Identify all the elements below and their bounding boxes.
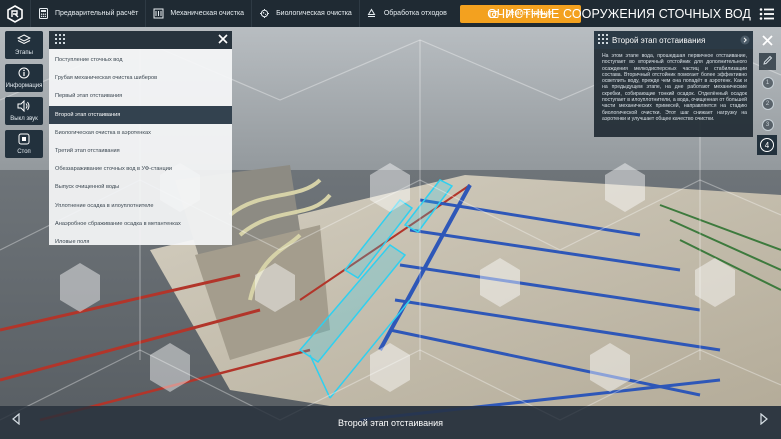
step-label: 4 [764,140,770,150]
stop-button[interactable]: Стоп [5,130,43,158]
app-logo[interactable] [4,3,26,25]
stop-button-label: Стоп [17,149,31,155]
stage-item[interactable]: Грубая механическая очистка шиберов [49,69,232,87]
previous-stage-button[interactable] [8,412,24,430]
nav-tab-label: Предварительный расчёт [55,10,139,17]
step-label: 2 [765,100,770,107]
info-icon [18,67,30,81]
step-button-4-active[interactable]: 4 [757,135,777,155]
nav-tab-waste-processing[interactable]: Обработка отходов [358,0,454,27]
stage-item-label: Выпуск очищенной воды [55,184,120,191]
speaker-icon [17,99,31,114]
calculator-icon [37,8,49,20]
stage-item-label: Иловые поля [55,238,90,245]
mute-button[interactable]: Выкл звук [5,97,43,125]
info-button[interactable]: Информация [5,64,43,92]
nav-tab-preliminary-calculation[interactable]: Предварительный расчёт [30,0,145,27]
nav-tab-label: Биологическая очистка [276,10,352,17]
description-panel: Второй этап отстаивания На этом этапе во… [594,31,753,137]
stage-item[interactable]: Обеззараживание сточных вод в УФ-станции [49,160,232,178]
stage-item-label: Анаэробное сбраживание осадка в метантен… [55,220,181,227]
stage-item-label: Первый этап отстаивания [55,93,123,100]
triangle-left-icon [11,412,21,430]
stages-button-label: Этапы [15,50,33,56]
logo-icon [7,4,23,23]
nav-tab-label: Обработка отходов [383,10,447,17]
filter-icon [152,8,164,20]
grid-icon [598,34,608,46]
stages-button[interactable]: Этапы [5,31,43,59]
description-title: Второй этап отстаивания [612,35,706,45]
stages-panel: Поступление сточных вод Грубая механичес… [49,31,232,245]
close-icon[interactable] [218,31,228,49]
pencil-icon [762,53,773,71]
step-button-3[interactable]: 3 [759,116,776,133]
stage-item-label: Уплотнение осадка в илоуплотнителе [55,202,154,209]
title-area: ОЧИСТНЫЕ СООРУЖЕНИЯ СТОЧНЫХ ВОД [487,0,775,27]
grid-icon [55,31,65,49]
info-button-label: Информация [5,83,43,89]
stage-item-active[interactable]: Второй этап отстаивания [49,105,232,124]
step-label: 3 [765,121,770,128]
stage-item-label: Биологическая очистка в аэротенках [55,129,151,136]
stage-item[interactable]: Первый этап отстаивания [49,87,232,105]
step-label: 1 [765,79,770,86]
stage-item[interactable]: Иловые поля [49,233,232,251]
stage-list: Поступление сточных вод Грубая механичес… [49,49,232,251]
close-icon [762,33,773,51]
chevron-right-icon[interactable] [740,35,750,47]
nav-tab-label: Механическая очистка [170,10,245,17]
stage-item[interactable]: Анаэробное сбраживание осадка в метантен… [49,215,232,233]
nav-tab-biological-cleaning[interactable]: Биологическая очистка [251,0,359,27]
stage-item-label: Поступление сточных вод [55,57,123,64]
menu-icon[interactable] [759,7,775,21]
stage-item-label: Грубая механическая очистка шиберов [55,75,158,82]
mute-button-label: Выкл звук [10,116,38,122]
close-description-button[interactable] [759,33,776,50]
top-navigation-bar: Предварительный расчёт Механическая очис… [0,0,781,27]
stop-icon [18,133,30,147]
stage-item-label: Обеззараживание сточных вод в УФ-станции [55,166,172,173]
stage-item[interactable]: Выпуск очищенной воды [49,178,232,196]
triangle-right-icon [759,412,769,430]
app-title: ОЧИСТНЫЕ СООРУЖЕНИЯ СТОЧНЫХ ВОД [487,6,751,21]
microbe-icon [258,8,270,20]
next-stage-button[interactable] [756,412,772,430]
current-stage-caption: Второй этап отстаивания [337,417,443,428]
description-text: На этом этапе вода, прошедшая первичное … [602,53,747,122]
recycle-icon [366,8,378,20]
stage-item-label: Второй этап отстаивания [55,111,121,118]
stage-item[interactable]: Уплотнение осадка в илоуплотнителе [49,197,232,215]
bottom-caption-bar: Второй этап отстаивания [0,406,781,439]
layers-icon [16,34,32,48]
step-button-1[interactable]: 1 [759,74,776,91]
step-button-2[interactable]: 2 [759,95,776,112]
edit-button[interactable] [759,53,776,70]
stage-item-label: Третий этап отстаивания [55,148,120,155]
stage-item[interactable]: Поступление сточных вод [49,51,232,69]
nav-tab-mechanical-cleaning[interactable]: Механическая очистка [145,0,251,27]
stage-item[interactable]: Третий этап отстаивания [49,142,232,160]
stage-item[interactable]: Биологическая очистка в аэротенках [49,124,232,142]
stages-panel-header [49,31,232,49]
description-header: Второй этап отстаивания [594,31,753,49]
